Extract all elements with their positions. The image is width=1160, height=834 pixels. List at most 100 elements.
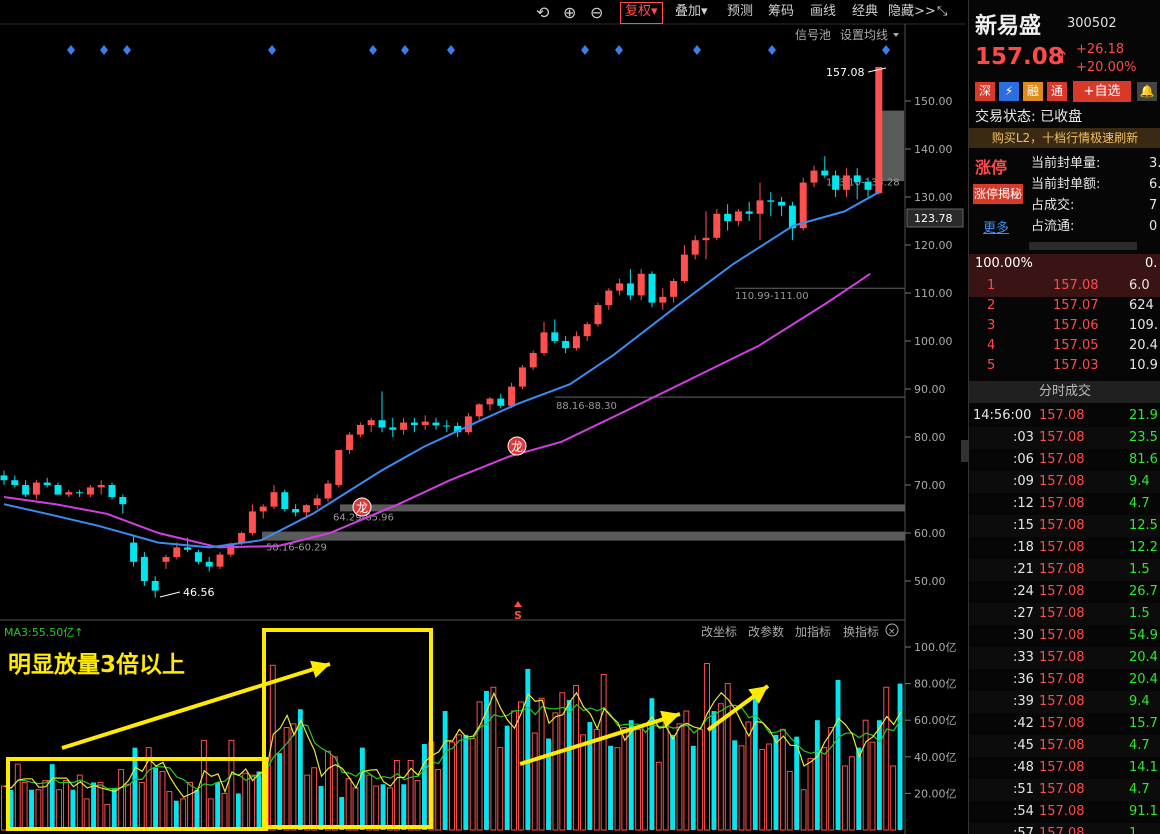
candle-body [0,475,8,481]
undo-icon[interactable]: ⟲ [536,3,549,23]
trade-row: :51 157.08 4.7 [969,779,1160,801]
price-tick-label: 100.00 [914,335,953,348]
current-price-label: 123.78 [914,212,953,225]
candle-body [756,200,764,214]
candle-body [875,67,883,194]
volume-bar [215,782,221,830]
trade-row: 14:56:00 157.08 21.9 [969,405,1160,427]
candle-body [605,290,613,305]
change-coord-link[interactable]: 改坐标 [701,625,737,639]
volume-bar [380,784,386,830]
badge-shen[interactable]: 深 [975,82,995,101]
trade-row: :33 157.08 20.4 [969,647,1160,669]
badge-tong[interactable]: 通 [1047,82,1067,101]
bid-row: 3 157.06 109. [969,315,1160,337]
signal-pool-link[interactable]: 信号池 [795,28,831,42]
vol-tick-label: 40.00亿 [914,751,957,764]
yincang-button[interactable]: 隐藏>> [888,2,936,22]
volume-bar [318,786,324,830]
candle-body [65,492,73,495]
candle-body [443,425,451,427]
vol-tick-label: 20.00亿 [914,787,957,800]
bid-volume: 20.4 [1129,338,1158,353]
candle-body [713,213,721,238]
last-price: 157.08 [975,44,1064,70]
trade-volume: 4.7 [1129,738,1150,753]
volume-bar [194,789,200,830]
candle-body [583,324,591,337]
info-value: 0 [1149,219,1158,234]
candle-body [270,492,278,507]
info-value: 6. [1149,177,1160,192]
trade-time: :30 [1013,628,1034,643]
volume-bar [153,767,159,830]
trade-row: :36 157.08 20.4 [969,669,1160,691]
add-indicator-link[interactable]: 加指标 [795,624,831,639]
trade-row: :24 157.08 26.7 [969,581,1160,603]
info-row: 当前封单量: 3. [969,153,1160,175]
volume-bar [814,720,820,830]
trade-volume: 1.5 [1129,606,1150,621]
trade-volume: 1. [1129,826,1142,834]
zoom-out-icon[interactable]: ⊖ [590,3,603,23]
trade-row: :54 157.08 91.1 [969,801,1160,823]
candle-body [367,420,375,425]
trade-time: :57 [1013,826,1034,834]
stock-name: 新易盛 [975,14,1042,39]
trade-row: :03 157.08 23.5 [969,427,1160,449]
trade-volume: 54.9 [1129,628,1158,643]
trade-row: :45 157.08 4.7 [969,735,1160,757]
trade-volume: 15.7 [1129,716,1158,731]
bid-volume: 6.0 [1129,278,1150,293]
zoom-in-icon[interactable]: ⊕ [563,3,576,23]
trade-price: 157.08 [1039,518,1085,533]
ratio-text: 100.00% [975,256,1033,271]
candle-body [702,237,710,241]
candle-body [248,511,256,533]
volume-bar [587,722,593,830]
trade-time: :06 [1013,452,1034,467]
switch-indicator-link[interactable]: 换指标 [843,624,879,639]
candle-body [324,483,332,499]
jingdian-button[interactable]: 经典 [852,2,878,22]
bid-volume: 109. [1129,318,1158,333]
trade-price: 157.08 [1039,672,1085,687]
trade-price: 157.08 [1039,496,1085,511]
quote-sidebar: 新易盛 300502 157.08 ↑ +26.18 +20.00% 深 ⚡ 融… [968,0,1160,834]
candle-body [853,175,861,183]
high-price-label: 157.08 [826,66,865,79]
diejia-button[interactable]: 叠加▾ [675,2,708,22]
badge-rong[interactable]: 融 [1023,82,1043,101]
volume-bar [91,782,97,830]
sidebar-toggle-handle[interactable] [961,440,968,462]
candle-body [637,273,645,296]
huaxian-button[interactable]: 画线 [810,2,836,22]
trade-time: :27 [1013,606,1034,621]
trade-volume: 26.7 [1129,584,1158,599]
trade-price: 157.08 [1039,562,1085,577]
s-marker-text: S [514,609,522,622]
bell-icon[interactable]: 🔔 [1137,82,1157,101]
add-favorite-button[interactable]: +自选 [1073,81,1131,102]
fullscreen-icon[interactable]: ⤡ [937,2,947,22]
yuce-button[interactable]: 预测 [727,2,753,22]
price-tick-label: 140.00 [914,143,953,156]
trade-price: 157.08 [1039,474,1085,489]
volume-bar [773,734,779,830]
candle-body [313,498,321,506]
change-param-link[interactable]: 改参数 [748,624,784,639]
kline-chart[interactable]: 150.00 140.00 130.00 120.00 110.00 100.00 90.0… [0,0,965,834]
vol-tick-label: 80.00亿 [914,678,957,691]
candle-body [130,542,138,562]
trade-status: 交易状态: 已收盘 [975,109,1083,125]
fuquan-button[interactable]: 复权▾ [620,2,663,24]
lightning-icon[interactable]: ⚡ [999,82,1019,101]
set-ma-link[interactable]: 设置均线 [840,28,888,42]
collapse-handle[interactable] [1029,242,1137,250]
candle-body [194,552,202,562]
chouma-button[interactable]: 筹码 [768,2,794,22]
promo-banner[interactable]: 购买L2，十档行情极速刷新 [969,128,1160,148]
bid-row: 1 157.08 6.0 [969,275,1160,297]
trade-price: 157.08 [1039,584,1085,599]
info-key: 当前封单量: [1031,156,1101,171]
